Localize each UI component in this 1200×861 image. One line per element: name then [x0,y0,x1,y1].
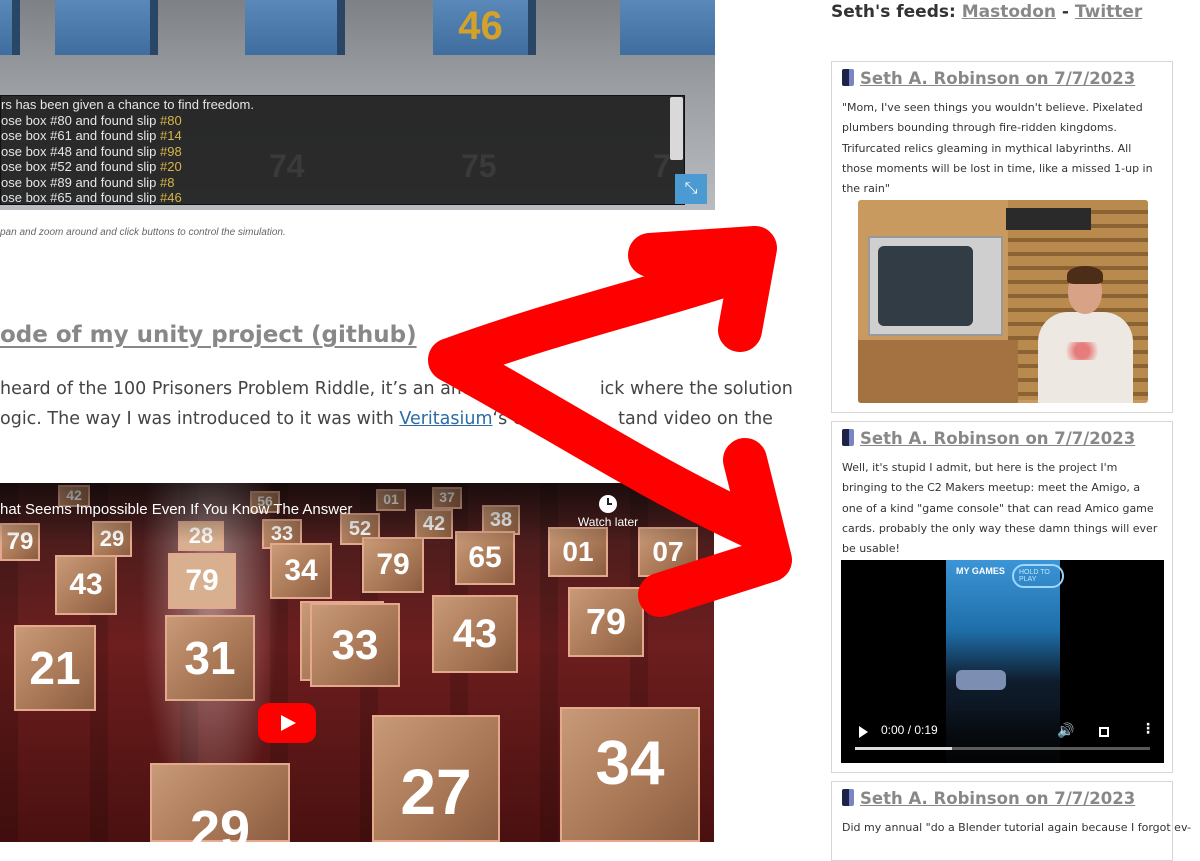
fullscreen-icon[interactable] [1099,727,1109,737]
sim-box [245,0,337,55]
post-photo[interactable] [858,200,1148,403]
video-box-label: 34 [560,707,700,842]
video-box-label: 34 [270,543,332,599]
paragraph-line: heard of the 100 Prisoners Problem Riddl… [0,379,793,399]
post-text: "Mom, I've seen things you wouldn't beli… [842,101,1153,196]
post-header: Seth A. Robinson on 7/7/2023 [842,429,1135,448]
video-frame-pill: HOLD TO PLAY [1012,564,1064,588]
video-box-label: 21 [14,625,96,711]
log-line: rs has been given a chance to find freed… [1,97,254,112]
video-box-label: 31 [165,615,255,701]
post-author-link[interactable]: Seth A. Robinson on 7/7/2023 [860,69,1135,88]
simulation-log[interactable]: 74 75 7 rs has been given a chance to fi… [0,95,685,205]
ghost-box-number: 7 [653,148,671,184]
mastodon-link[interactable]: Mastodon [962,2,1056,22]
post-text: Did my annual "do a Blender tutorial aga… [842,821,1192,834]
photo-desk [858,340,1018,403]
video-box-label: 79 [362,537,424,593]
photo-person-shirt [1038,312,1133,403]
feed-post: Seth A. Robinson on 7/7/2023 "Mom, I've … [831,61,1173,413]
sim-box [0,0,12,55]
photo-person-hair [1067,266,1103,284]
log-line: ose box #89 and found slip #8 [1,174,175,190]
log-line: ose box #61 and found slip #14 [1,128,182,143]
log-line: ose box #65 and found slip #46 [1,190,182,205]
video-box-label: 27 [372,715,500,842]
veritasium-link[interactable]: Veritasium [399,409,492,429]
sim-box [55,0,150,55]
log-line: ose box #48 and found slip #98 [1,143,182,159]
post-video-player[interactable]: MY GAMES HOLD TO PLAY 0:00 / 0:19 🔊 ⋮ [841,560,1164,763]
video-box-label: 43 [55,555,117,615]
ghost-box-number: 74 [269,148,305,184]
log-scrollbar[interactable] [670,97,683,160]
arrow-head-upper [628,226,777,352]
ghost-box-number: 75 [461,148,497,184]
video-time: 0:00 / 0:19 [881,723,938,737]
sim-box [620,0,715,55]
fullscreen-icon[interactable]: ⤡ [675,174,707,204]
post-text: Well, it's stupid I admit, but here is t… [842,461,1158,556]
video-box-label: 29 [150,763,290,842]
watch-later-button[interactable]: Watch later [574,495,642,529]
highlighted-box-number: 46 [458,4,503,48]
video-box-label: 79 [568,587,644,657]
avatar-icon [842,429,854,446]
github-source-link[interactable]: ode of my unity project (github) [0,322,417,348]
youtube-play-button[interactable] [258,703,316,743]
post-author-link[interactable]: Seth A. Robinson on 7/7/2023 [860,789,1135,808]
paragraph-line: ogic. The way I was introduced to it was… [0,409,773,429]
feed-post: Seth A. Robinson on 7/7/2023 Did my annu… [831,781,1192,861]
photo-vcr [1006,208,1091,230]
post-header: Seth A. Robinson on 7/7/2023 [842,69,1135,88]
video-frame-console [956,670,1006,690]
simulation-caption: pan and zoom around and click buttons to… [0,227,286,238]
video-box-label: 79 [168,553,236,609]
clock-icon [599,495,617,513]
video-progress-bar[interactable] [855,747,1150,750]
feeds-heading: Seth's feeds: Mastodon - Twitter [831,2,1143,22]
volume-icon[interactable]: 🔊 [1057,723,1074,739]
twitter-link[interactable]: Twitter [1075,2,1142,22]
video-frame-label: MY GAMES [956,566,1005,576]
log-line: ose box #52 and found slip #20 [1,159,182,174]
feed-post: Seth A. Robinson on 7/7/2023 Well, it's … [831,421,1173,773]
photo-tv [868,236,1003,336]
video-box-label: 43 [432,595,518,673]
avatar-icon [842,789,854,806]
post-author-link[interactable]: Seth A. Robinson on 7/7/2023 [860,429,1135,448]
youtube-embed[interactable]: 42 56 01 37 29 43 79 28 33 52 42 38 79 3… [0,483,714,842]
play-icon[interactable] [859,726,868,738]
post-header: Seth A. Robinson on 7/7/2023 [842,789,1135,808]
unity-simulation-embed[interactable]: 46 74 75 7 rs has been given a chance to… [0,0,715,210]
video-box-label: 33 [310,603,400,687]
more-options-icon[interactable]: ⋮ [1141,721,1155,737]
video-title[interactable]: hat Seems Impossible Even If You Know Th… [0,501,352,518]
video-controls: 0:00 / 0:19 🔊 ⋮ [841,703,1164,763]
avatar-icon [842,69,854,86]
log-line: ose box #80 and found slip #80 [1,112,182,128]
